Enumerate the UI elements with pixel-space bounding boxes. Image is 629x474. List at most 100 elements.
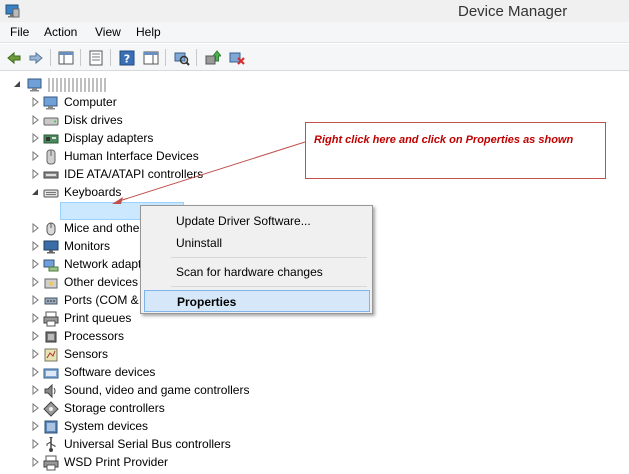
expand-arrow-icon[interactable] bbox=[30, 420, 40, 432]
tree-item-label: WSD Print Provider bbox=[64, 455, 169, 469]
port-icon bbox=[44, 297, 58, 305]
tree-category[interactable]: Sound, video and game controllers bbox=[0, 382, 300, 400]
tree-item-label: Keyboards bbox=[64, 185, 122, 199]
tree-item-label: Computer bbox=[64, 95, 117, 109]
tree-item-label: Human Interface Devices bbox=[64, 149, 199, 163]
tree-item-label: Sensors bbox=[64, 347, 109, 361]
tree-category[interactable]: Human Interface Devices bbox=[0, 148, 300, 166]
tree-category[interactable]: Computer bbox=[0, 94, 300, 112]
menu-file[interactable]: File bbox=[10, 25, 29, 39]
tree-category[interactable]: Keyboards bbox=[0, 184, 300, 202]
keyboard-icon bbox=[43, 189, 59, 198]
other-devices-icon bbox=[44, 278, 58, 289]
computer-name-obscured bbox=[48, 78, 108, 92]
ctx-properties[interactable]: Properties bbox=[144, 290, 370, 312]
mouse-icon bbox=[46, 222, 56, 236]
expand-arrow-icon[interactable] bbox=[30, 96, 40, 108]
expand-arrow-icon[interactable] bbox=[30, 132, 40, 144]
expand-arrow-icon[interactable] bbox=[30, 294, 40, 306]
tree-item-label: Network adapt bbox=[64, 257, 142, 271]
title-bar: Device Manager bbox=[0, 0, 629, 22]
device-manager-icon bbox=[5, 4, 20, 18]
expand-arrow-icon[interactable] bbox=[30, 240, 40, 252]
tree-category[interactable]: Sensors bbox=[0, 346, 300, 364]
menu-view[interactable]: View bbox=[95, 25, 121, 39]
context-menu: Update Driver Software... Uninstall Scan… bbox=[140, 205, 373, 314]
printer-icon bbox=[43, 311, 59, 327]
tree-item-label: Disk drives bbox=[64, 113, 123, 127]
tree-item-label: Software devices bbox=[64, 365, 156, 379]
tree-category[interactable]: Disk drives bbox=[0, 112, 300, 130]
display-adapter-icon bbox=[43, 134, 59, 144]
processor-icon bbox=[45, 331, 57, 343]
properties-icon[interactable] bbox=[86, 48, 106, 68]
network-adapter-icon bbox=[43, 259, 59, 272]
tree-item-label: IDE ATA/ATAPI controllers bbox=[64, 167, 204, 181]
tree-item-label: Sound, video and game controllers bbox=[64, 383, 250, 397]
expand-arrow-icon[interactable] bbox=[30, 348, 40, 360]
svg-text:?: ? bbox=[124, 53, 130, 66]
menu-action[interactable]: Action bbox=[44, 25, 77, 39]
menu-help[interactable]: Help bbox=[136, 25, 161, 39]
ctx-separator bbox=[171, 257, 367, 258]
scan-hardware-icon[interactable] bbox=[172, 48, 192, 68]
monitor-icon bbox=[43, 240, 59, 254]
expand-arrow-icon[interactable] bbox=[30, 456, 40, 468]
tree-category[interactable]: WSD Print Provider bbox=[0, 454, 300, 472]
expand-arrow-icon[interactable] bbox=[30, 168, 40, 180]
expand-arrow-icon[interactable] bbox=[30, 366, 40, 378]
software-device-icon bbox=[43, 368, 59, 379]
menu-bar: File Action View Help bbox=[0, 22, 629, 43]
collapse-arrow-icon[interactable] bbox=[12, 78, 22, 90]
ctx-uninstall[interactable]: Uninstall bbox=[144, 232, 370, 254]
annotation-text: Right click here and click on Properties… bbox=[314, 134, 574, 146]
expand-arrow-icon[interactable] bbox=[30, 438, 40, 450]
tree-item-label: Other devices bbox=[64, 275, 139, 289]
expand-arrow-icon[interactable] bbox=[30, 384, 40, 396]
tree-item-label: Storage controllers bbox=[64, 401, 165, 415]
computer-icon bbox=[27, 78, 42, 92]
hid-icon bbox=[46, 149, 56, 165]
toolbar: ? bbox=[0, 44, 629, 71]
tree-item-label: Mice and othe bbox=[64, 221, 140, 235]
update-driver-icon[interactable] bbox=[203, 48, 223, 68]
uninstall-icon[interactable] bbox=[227, 48, 247, 68]
tree-category[interactable]: Processors bbox=[0, 328, 300, 346]
expand-arrow-icon[interactable] bbox=[30, 330, 40, 342]
tree-item-label: Display adapters bbox=[64, 131, 154, 145]
tree-item-label: Monitors bbox=[64, 239, 111, 253]
tree-category[interactable]: Display adapters bbox=[0, 130, 300, 148]
ctx-scan-hardware[interactable]: Scan for hardware changes bbox=[144, 261, 370, 283]
window-title: Device Manager bbox=[458, 3, 568, 20]
expand-arrow-icon[interactable] bbox=[30, 222, 40, 234]
tree-item-label: Universal Serial Bus controllers bbox=[64, 437, 231, 451]
back-arrow-icon[interactable] bbox=[4, 48, 24, 68]
ctx-update-driver[interactable]: Update Driver Software... bbox=[144, 210, 370, 232]
expand-arrow-icon[interactable] bbox=[30, 276, 40, 288]
tree-item-label: Processors bbox=[64, 329, 125, 343]
system-device-icon bbox=[44, 420, 58, 434]
tree-category[interactable]: System devices bbox=[0, 418, 300, 436]
tree-item-label: System devices bbox=[64, 419, 149, 433]
action-pane-icon[interactable] bbox=[141, 48, 161, 68]
expand-arrow-icon[interactable] bbox=[30, 150, 40, 162]
properties-pane-icon[interactable] bbox=[56, 48, 76, 68]
tree-category[interactable]: Software devices bbox=[0, 364, 300, 382]
expand-arrow-icon[interactable] bbox=[30, 114, 40, 126]
tree-category[interactable]: Universal Serial Bus controllers bbox=[0, 436, 300, 454]
tree-category[interactable]: Storage controllers bbox=[0, 400, 300, 418]
expand-arrow-icon[interactable] bbox=[30, 258, 40, 270]
forward-arrow-icon[interactable] bbox=[26, 48, 46, 68]
expand-arrow-icon[interactable] bbox=[30, 402, 40, 414]
speaker-icon bbox=[44, 383, 56, 399]
disk-drive-icon bbox=[43, 117, 59, 126]
computer-icon bbox=[43, 96, 58, 110]
annotation-callout: Right click here and click on Properties… bbox=[305, 122, 606, 179]
expand-arrow-icon[interactable] bbox=[30, 312, 40, 324]
printer-icon bbox=[43, 455, 59, 471]
tree-item-label: Print queues bbox=[64, 311, 132, 325]
storage-controller-icon bbox=[43, 401, 59, 417]
help-icon[interactable]: ? bbox=[117, 48, 137, 68]
tree-category[interactable]: IDE ATA/ATAPI controllers bbox=[0, 166, 300, 184]
collapse-arrow-icon[interactable] bbox=[30, 186, 40, 198]
